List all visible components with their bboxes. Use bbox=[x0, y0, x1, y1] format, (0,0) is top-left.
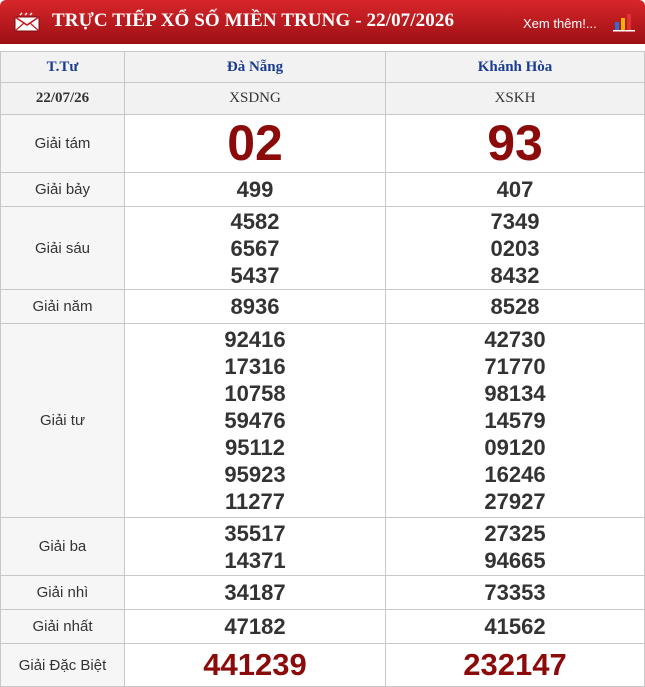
prize-number: 98134 bbox=[484, 381, 546, 406]
prize-number: 7349 bbox=[490, 208, 540, 234]
prize-cell-khanh-hoa: 42730 71770 98134 14579 09120 16246 2792… bbox=[385, 323, 645, 518]
prize-row-8: Giải tám 02 93 bbox=[0, 114, 645, 173]
prize-number: 09120 bbox=[484, 435, 546, 460]
code-row: 22/07/26 XSDNG XSKH bbox=[0, 82, 645, 115]
prize-cell-da-nang: 92416 17316 10758 59476 95112 95923 1127… bbox=[124, 323, 386, 518]
prize-number: 92416 bbox=[224, 327, 286, 352]
prize-number: 8528 bbox=[385, 289, 645, 324]
prize-row-3: Giải ba 35517 14371 27325 94665 bbox=[0, 517, 645, 576]
prize-label: Giải ba bbox=[0, 517, 125, 576]
prize-number: 35517 bbox=[224, 520, 286, 546]
prize-number: 8432 bbox=[490, 262, 540, 288]
prize-row-5: Giải năm 8936 8528 bbox=[0, 289, 645, 324]
province-header-da-nang[interactable]: Đà Nẵng bbox=[124, 51, 386, 83]
weekday-header: T.Tư bbox=[0, 51, 125, 83]
prize-cell-khanh-hoa: 27325 94665 bbox=[385, 517, 645, 576]
prize-number: 95923 bbox=[224, 462, 286, 487]
prize-label: Giải sáu bbox=[0, 206, 125, 290]
province-code-da-nang: XSDNG bbox=[124, 82, 386, 115]
prize-row-6: Giải sáu 4582 6567 5437 7349 0203 8432 bbox=[0, 206, 645, 290]
prize-label: Giải bảy bbox=[0, 172, 125, 207]
results-header: TRỰC TIẾP XỔ SỐ MIỀN TRUNG - 22/07/2026 … bbox=[0, 0, 645, 44]
province-header-khanh-hoa[interactable]: Khánh Hòa bbox=[385, 51, 645, 83]
prize-label: Giải nhì bbox=[0, 575, 125, 610]
prize-number: 10758 bbox=[224, 381, 286, 406]
prize-number: 42730 bbox=[484, 327, 546, 352]
prize-number: 6567 bbox=[230, 235, 280, 261]
prize-number: 11277 bbox=[225, 489, 285, 514]
prize-number: 34187 bbox=[124, 575, 386, 610]
prize-cell-da-nang: 35517 14371 bbox=[124, 517, 386, 576]
prize-row-4: Giải tư 92416 17316 10758 59476 95112 95… bbox=[0, 323, 645, 518]
special-prize-number: 232147 bbox=[385, 643, 645, 687]
prize-label: Giải tám bbox=[0, 114, 125, 173]
prize-number: 27927 bbox=[484, 489, 546, 514]
results-table: T.Tư Đà Nẵng Khánh Hòa 22/07/26 XSDNG XS… bbox=[0, 51, 645, 687]
prize-row-7: Giải bảy 499 407 bbox=[0, 172, 645, 207]
prize-number: 94665 bbox=[484, 547, 546, 573]
prize-cell-da-nang: 4582 6567 5437 bbox=[124, 206, 386, 290]
prize-number: 14371 bbox=[224, 547, 286, 573]
prize-label: Giải nhất bbox=[0, 609, 125, 644]
prize-number: 499 bbox=[124, 172, 386, 207]
bar-chart-icon[interactable] bbox=[613, 12, 637, 32]
prize-label: Giải tư bbox=[0, 323, 125, 518]
prize-number: 5437 bbox=[230, 262, 280, 288]
province-code-khanh-hoa: XSKH bbox=[385, 82, 645, 115]
see-more-link[interactable]: Xem thêm!... bbox=[523, 16, 597, 31]
prize-row-1: Giải nhất 47182 41562 bbox=[0, 609, 645, 644]
prize-row-special: Giải Đặc Biệt 441239 232147 bbox=[0, 643, 645, 687]
prize-number: 407 bbox=[385, 172, 645, 207]
prize-number: 95112 bbox=[225, 435, 285, 460]
table-header-row: T.Tư Đà Nẵng Khánh Hòa bbox=[0, 51, 645, 83]
prize-number: 41562 bbox=[385, 609, 645, 644]
prize-number: 71770 bbox=[484, 354, 546, 379]
prize-number: 73353 bbox=[385, 575, 645, 610]
mail-icon bbox=[14, 12, 40, 32]
prize-label: Giải Đặc Biệt bbox=[0, 643, 125, 687]
draw-date: 22/07/26 bbox=[0, 82, 125, 115]
prize-cell-khanh-hoa: 7349 0203 8432 bbox=[385, 206, 645, 290]
special-prize-number: 441239 bbox=[124, 643, 386, 687]
prize-number: 02 bbox=[124, 114, 386, 173]
prize-number: 17316 bbox=[224, 354, 286, 379]
prize-number: 16246 bbox=[484, 462, 546, 487]
prize-number: 8936 bbox=[124, 289, 386, 324]
prize-number: 93 bbox=[385, 114, 645, 173]
prize-label: Giải năm bbox=[0, 289, 125, 324]
prize-number: 59476 bbox=[224, 408, 286, 433]
page-title: TRỰC TIẾP XỔ SỐ MIỀN TRUNG - 22/07/2026 bbox=[52, 10, 455, 31]
prize-number: 4582 bbox=[230, 208, 280, 234]
prize-number: 47182 bbox=[124, 609, 386, 644]
prize-number: 27325 bbox=[484, 520, 546, 546]
prize-number: 14579 bbox=[484, 408, 546, 433]
prize-row-2: Giải nhì 34187 73353 bbox=[0, 575, 645, 610]
prize-number: 0203 bbox=[490, 235, 540, 261]
